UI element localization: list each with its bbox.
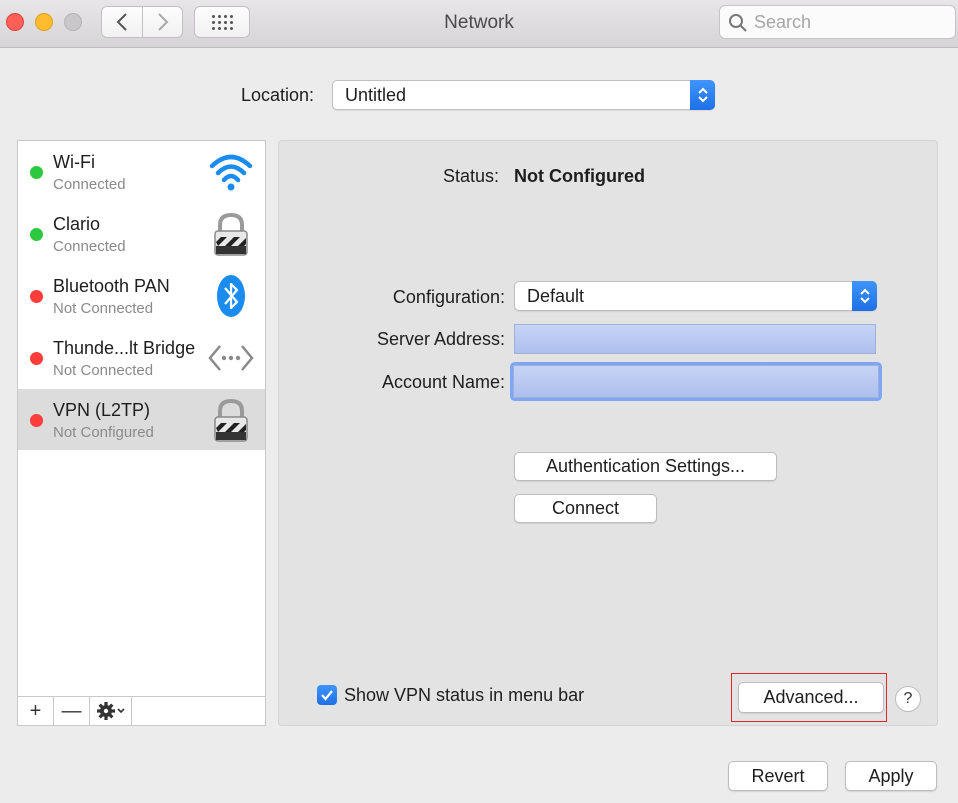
revert-button[interactable]: Revert: [728, 761, 828, 791]
service-status: Not Connected: [53, 300, 154, 317]
service-item-bluetooth-pan[interactable]: Bluetooth PAN Not Connected: [18, 265, 265, 326]
title-bar: Network: [0, 0, 958, 48]
location-value: Untitled: [345, 85, 407, 105]
show-vpn-status-checkbox[interactable]: [317, 685, 337, 705]
service-item-thunderbolt-bridge[interactable]: Thunde...lt Bridge Not Connected: [18, 327, 265, 388]
configuration-value: Default: [527, 286, 585, 306]
status-dot: [30, 352, 43, 365]
service-name: Wi-Fi: [53, 152, 95, 172]
authentication-settings-button[interactable]: Authentication Settings...: [514, 452, 777, 481]
server-address-field[interactable]: [514, 324, 876, 354]
service-name: Thunde...lt Bridge: [53, 338, 196, 358]
vpn-lock-icon: [214, 398, 248, 442]
sidebar-toolbar: + —: [18, 696, 265, 725]
help-button[interactable]: ?: [895, 686, 921, 712]
service-status: Not Configured: [53, 424, 154, 441]
service-item-wifi[interactable]: Wi-Fi Connected: [18, 141, 265, 202]
status-dot: [30, 228, 43, 241]
configuration-label: Configuration:: [392, 287, 505, 307]
remove-service-button[interactable]: —: [54, 697, 90, 725]
popup-arrows-icon: [852, 281, 877, 311]
vpn-settings-panel: [278, 140, 938, 726]
network-services-list: Wi-Fi Connected Clario Connected Bluetoo…: [17, 140, 266, 726]
status-value: Not Configured: [514, 166, 645, 186]
server-address-label: Server Address:: [376, 329, 505, 349]
location-label: Location:: [241, 85, 315, 105]
bluetooth-icon: [217, 275, 245, 317]
service-name: Clario: [53, 214, 101, 234]
vpn-lock-icon: [214, 212, 248, 256]
add-service-button[interactable]: +: [18, 697, 54, 725]
service-status: Not Connected: [53, 362, 154, 379]
checkmark-icon: [321, 690, 333, 701]
service-item-vpn-l2tp[interactable]: VPN (L2TP) Not Configured: [18, 389, 265, 450]
action-menu-button[interactable]: [90, 697, 132, 725]
service-status: Connected: [53, 238, 126, 255]
service-status: Connected: [53, 176, 126, 193]
search-input[interactable]: [754, 11, 944, 33]
account-name-field[interactable]: [513, 365, 879, 398]
status-dot: [30, 414, 43, 427]
search-icon: [729, 14, 747, 32]
account-name-label: Account Name:: [381, 372, 505, 392]
search-field[interactable]: [719, 5, 956, 39]
service-name: Bluetooth PAN: [53, 276, 170, 296]
status-label: Status:: [443, 166, 500, 186]
show-vpn-status-label: Show VPN status in menu bar: [344, 685, 585, 705]
configuration-popup[interactable]: Default: [514, 281, 877, 311]
thunderbolt-bridge-icon: [208, 345, 254, 371]
apply-button[interactable]: Apply: [845, 761, 937, 791]
location-popup[interactable]: Untitled: [332, 80, 715, 110]
gear-icon: [96, 702, 125, 720]
status-dot: [30, 166, 43, 179]
service-name: VPN (L2TP): [53, 400, 151, 420]
service-item-clario[interactable]: Clario Connected: [18, 203, 265, 264]
popup-arrows-icon: [690, 80, 715, 110]
wifi-icon: [209, 154, 253, 191]
status-dot: [30, 290, 43, 303]
advanced-button[interactable]: Advanced...: [738, 682, 884, 713]
connect-button[interactable]: Connect: [514, 494, 657, 523]
